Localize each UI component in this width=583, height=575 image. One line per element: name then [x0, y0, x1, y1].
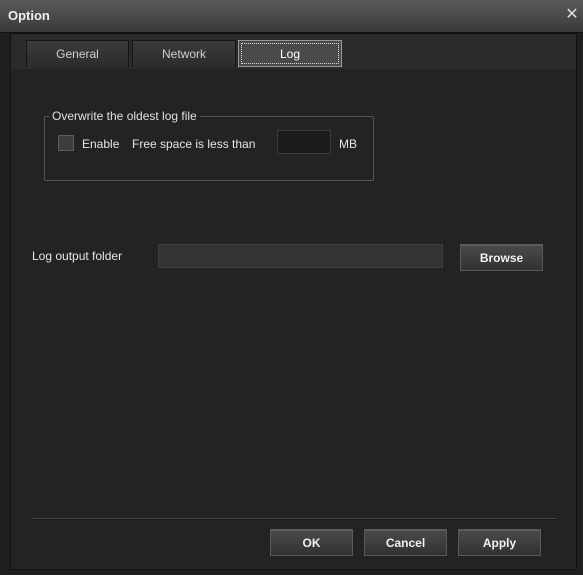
tab-network[interactable]: Network [132, 40, 236, 67]
cancel-button[interactable]: Cancel [364, 529, 447, 556]
title-bar: Option ✕ [0, 0, 583, 33]
close-icon[interactable]: ✕ [563, 5, 581, 25]
log-output-folder-input[interactable] [158, 244, 443, 268]
option-dialog: General Network Log Overwrite the oldest… [10, 33, 577, 570]
tab-strip: General Network Log [11, 34, 576, 69]
window-title: Option [8, 8, 50, 23]
ok-button[interactable]: OK [270, 529, 353, 556]
footer-divider [32, 518, 557, 520]
apply-button[interactable]: Apply [458, 529, 541, 556]
free-space-input[interactable] [277, 130, 331, 154]
browse-button[interactable]: Browse [460, 244, 543, 271]
tab-log[interactable]: Log [238, 40, 342, 67]
tab-general[interactable]: General [26, 40, 129, 67]
enable-checkbox[interactable] [58, 135, 74, 151]
overwrite-group-legend: Overwrite the oldest log file [52, 109, 197, 123]
free-space-label: Free space is less than [132, 137, 256, 151]
log-output-folder-label: Log output folder [32, 249, 123, 263]
mb-unit-label: MB [339, 137, 357, 151]
enable-label: Enable [82, 137, 120, 151]
log-tab-panel: Overwrite the oldest log file Enable Fre… [12, 69, 575, 568]
overwrite-oldest-log-group: Overwrite the oldest log file Enable Fre… [44, 109, 374, 181]
